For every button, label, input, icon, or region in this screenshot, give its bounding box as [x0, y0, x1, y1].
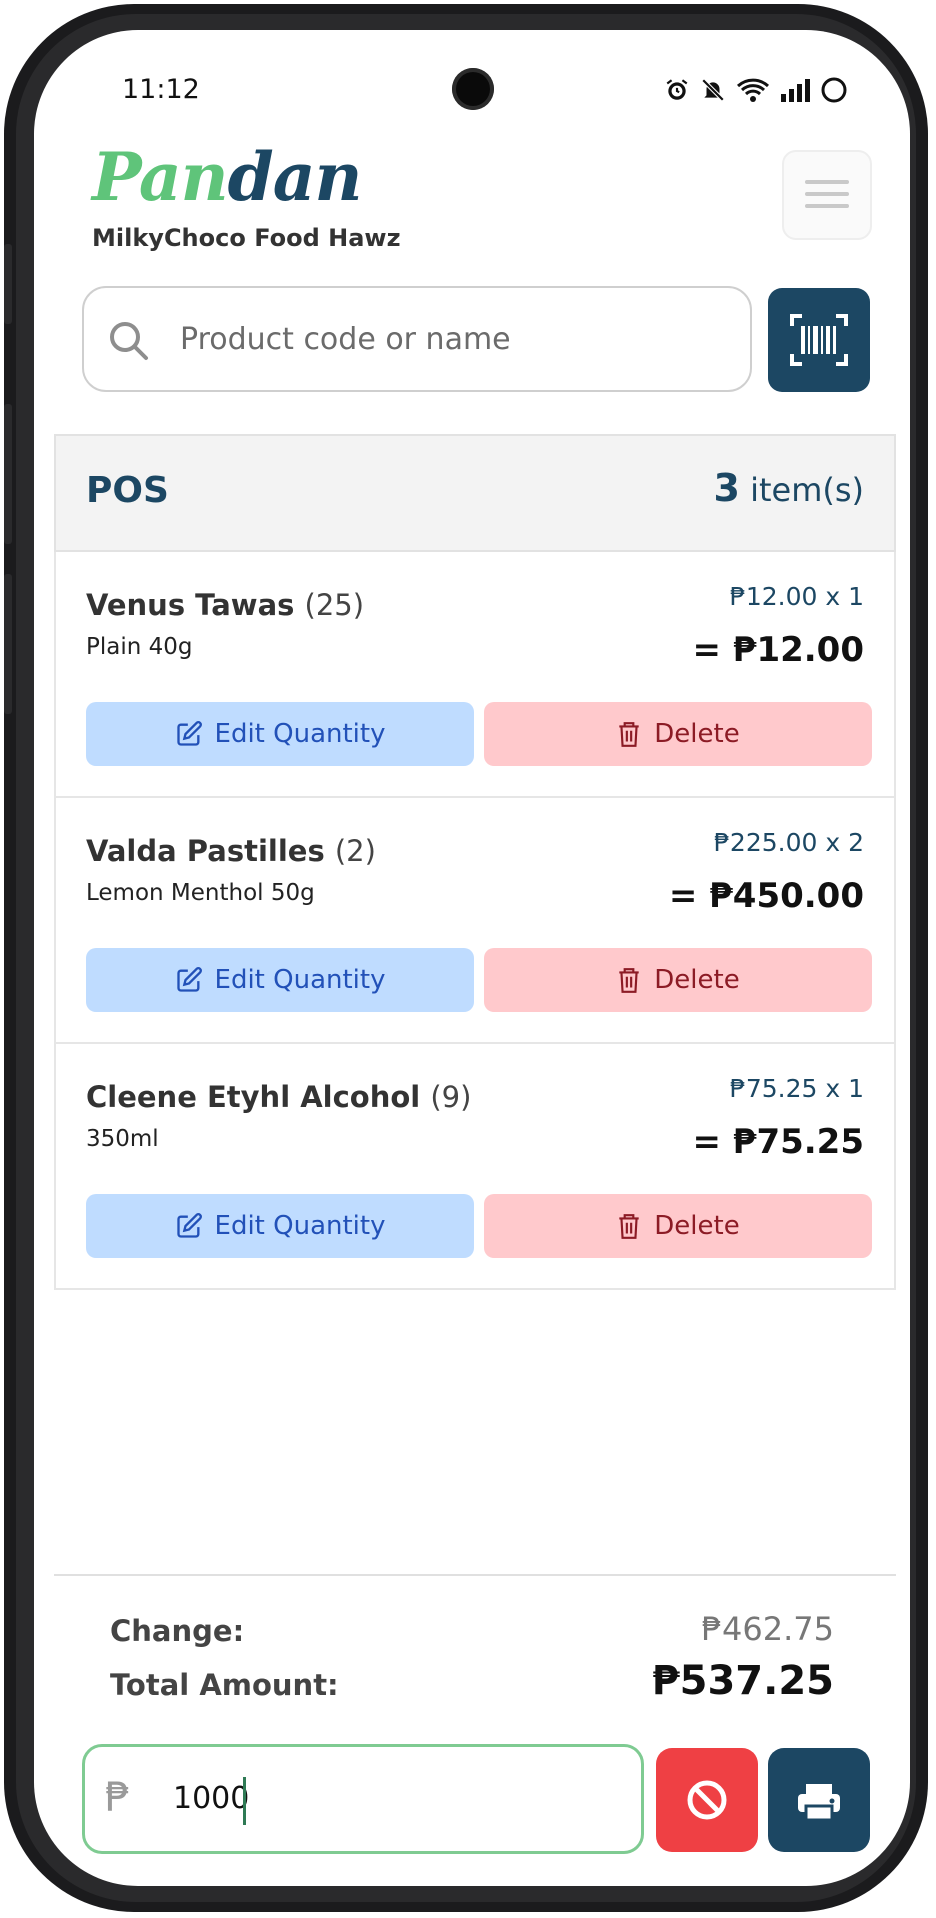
- trash-icon: [619, 968, 639, 993]
- status-icons: [664, 76, 848, 104]
- edit-quantity-button[interactable]: Edit Quantity: [86, 1194, 474, 1258]
- item-count-number: 3: [713, 466, 740, 510]
- delete-label: Delete: [654, 1211, 740, 1241]
- item-stock: (2): [334, 834, 376, 868]
- menu-icon-line: [805, 204, 849, 208]
- item-stock: (25): [304, 588, 365, 622]
- amount-value: 1000: [173, 1781, 250, 1816]
- total-value: ₱537.25: [651, 1658, 834, 1704]
- item-name-wrap: Cleene Etyhl Alcohol (9): [86, 1080, 471, 1114]
- item-stock: (9): [430, 1080, 472, 1114]
- item-unit-price: ₱75.25 x 1: [729, 1074, 864, 1103]
- battery-icon: [821, 77, 847, 103]
- phone-frame: 11:12 Pandan MilkyChoco Food Hawz Produc…: [4, 4, 928, 1912]
- edit-quantity-label: Edit Quantity: [214, 1211, 386, 1241]
- screen: 11:12 Pandan MilkyChoco Food Hawz Produc…: [34, 30, 910, 1886]
- item-count: 3 item(s): [713, 466, 864, 510]
- item-name: Cleene Etyhl Alcohol: [86, 1080, 421, 1114]
- ban-icon: [687, 1780, 727, 1820]
- status-time: 11:12: [122, 74, 200, 105]
- item-description: Plain 40g: [86, 634, 193, 660]
- pos-title: POS: [86, 470, 169, 511]
- item-name: Venus Tawas: [86, 588, 295, 622]
- wifi-icon: [736, 78, 770, 102]
- app-logo: Pandan: [92, 138, 363, 216]
- front-camera: [452, 68, 494, 110]
- menu-icon: [805, 180, 849, 184]
- amount-input[interactable]: ₱ 1000: [82, 1744, 644, 1854]
- print-button[interactable]: [768, 1748, 870, 1852]
- item-name-wrap: Valda Pastilles (2): [86, 834, 376, 868]
- delete-button[interactable]: Delete: [484, 948, 872, 1012]
- edit-quantity-button[interactable]: Edit Quantity: [86, 702, 474, 766]
- item-description: 350ml: [86, 1126, 159, 1152]
- edit-icon: [176, 967, 202, 992]
- signal-icon: [781, 79, 810, 102]
- item-unit-price: ₱12.00 x 1: [729, 582, 864, 611]
- cart-item: Venus Tawas (25) Plain 40g ₱12.00 x 1 = …: [54, 552, 896, 798]
- edit-icon: [176, 721, 202, 746]
- menu-button[interactable]: [782, 150, 872, 240]
- change-value: ₱462.75: [701, 1610, 834, 1648]
- alarm-icon: [666, 79, 688, 100]
- item-subtotal: = ₱450.00: [668, 876, 864, 916]
- divider: [54, 1574, 896, 1576]
- menu-icon-line: [805, 192, 849, 196]
- edit-quantity-label: Edit Quantity: [214, 965, 386, 995]
- delete-button[interactable]: Delete: [484, 702, 872, 766]
- printer-icon: [798, 1784, 840, 1822]
- delete-label: Delete: [654, 719, 740, 749]
- volume-up-button: [4, 404, 12, 544]
- side-button: [4, 244, 12, 324]
- cancel-button[interactable]: [656, 1748, 758, 1852]
- item-count-suffix: item(s): [750, 471, 864, 509]
- edit-icon: [176, 1213, 202, 1238]
- pos-header: POS 3 item(s): [54, 434, 896, 552]
- delete-button[interactable]: Delete: [484, 1194, 872, 1258]
- search-input[interactable]: Product code or name: [82, 286, 752, 392]
- volume-down-button: [4, 574, 12, 714]
- delete-label: Delete: [654, 965, 740, 995]
- item-name: Valda Pastilles: [86, 834, 325, 868]
- search-icon: [110, 322, 148, 360]
- item-unit-price: ₱225.00 x 2: [714, 828, 864, 857]
- cart-item: Cleene Etyhl Alcohol (9) 350ml ₱75.25 x …: [54, 1044, 896, 1290]
- trash-icon: [619, 1214, 639, 1239]
- cart-item: Valda Pastilles (2) Lemon Menthol 50g ₱2…: [54, 798, 896, 1044]
- edit-quantity-label: Edit Quantity: [214, 719, 386, 749]
- peso-icon: ₱: [105, 1775, 131, 1821]
- total-label: Total Amount:: [110, 1668, 339, 1702]
- edit-quantity-button[interactable]: Edit Quantity: [86, 948, 474, 1012]
- search-placeholder: Product code or name: [180, 322, 511, 357]
- change-label: Change:: [110, 1614, 245, 1648]
- text-cursor: [243, 1777, 246, 1825]
- item-subtotal: = ₱12.00: [692, 630, 864, 670]
- item-name-wrap: Venus Tawas (25): [86, 588, 364, 622]
- store-name: MilkyChoco Food Hawz: [92, 224, 401, 252]
- barcode-scan-button[interactable]: [768, 288, 870, 392]
- trash-icon: [619, 722, 639, 747]
- item-subtotal: = ₱75.25: [692, 1122, 864, 1162]
- item-description: Lemon Menthol 50g: [86, 880, 315, 906]
- bell-off-icon: [701, 78, 725, 102]
- barcode-scan-icon: [790, 314, 848, 366]
